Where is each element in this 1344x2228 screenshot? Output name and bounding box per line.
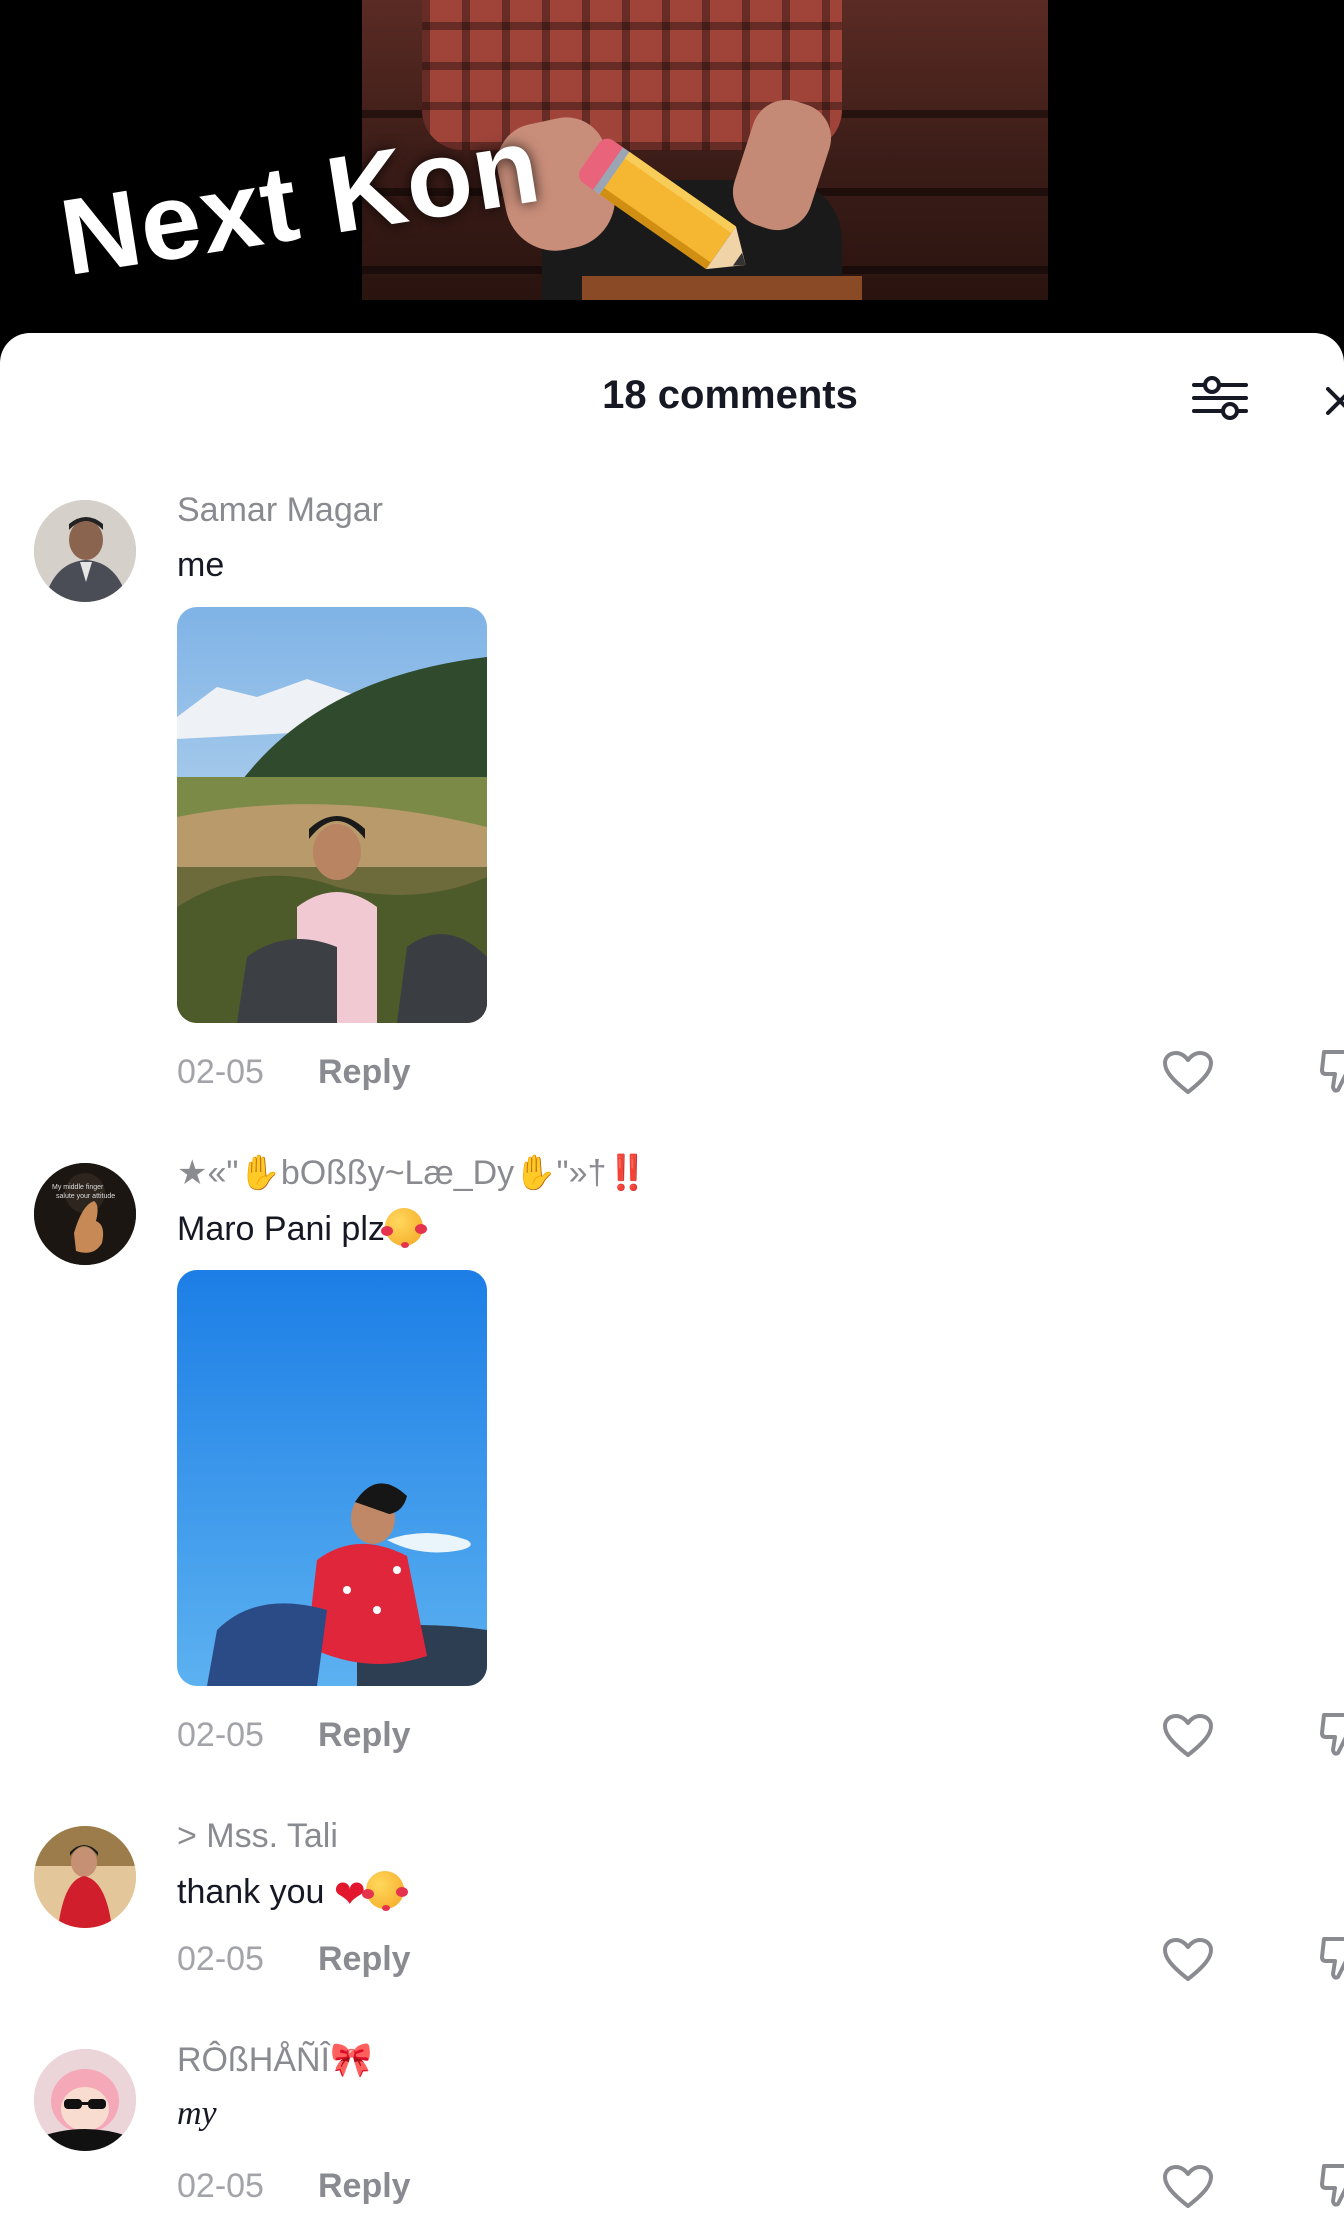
- comment-text: me: [177, 546, 225, 584]
- thumbs-down-outline-icon[interactable]: [1320, 1935, 1344, 1985]
- red-heart-emoji-icon: ❤: [333, 1874, 366, 1916]
- comment-text: my: [177, 2095, 217, 2132]
- comment-username[interactable]: > Mss. Tali: [177, 1817, 338, 1856]
- reply-button[interactable]: Reply: [318, 1716, 411, 1755]
- thumbs-down-outline-icon[interactable]: [1320, 1048, 1344, 1098]
- filter-sliders-icon[interactable]: [1190, 371, 1250, 425]
- smiling-hearts-emoji-icon: [380, 1208, 423, 1246]
- heart-outline-icon[interactable]: [1162, 1937, 1214, 1983]
- comment-date: 02-05: [177, 2167, 264, 2205]
- comment-photo[interactable]: [177, 1270, 487, 1686]
- comment-username[interactable]: Samar Magar: [177, 491, 383, 530]
- smiling-hearts-emoji-icon: [361, 1871, 404, 1909]
- comment-date: 02-05: [177, 1053, 264, 1091]
- comment-count: 18 comments: [602, 373, 858, 417]
- comment-username[interactable]: RÔßHÅÑÎ🎀: [177, 2040, 372, 2080]
- avatar[interactable]: [34, 2049, 136, 2151]
- hand-emoji-icon: ✋: [238, 1154, 281, 1192]
- comment-date: 02-05: [177, 1716, 264, 1754]
- reply-button[interactable]: Reply: [318, 2167, 411, 2206]
- thumbs-down-outline-icon[interactable]: [1320, 1711, 1344, 1761]
- thumbs-down-outline-icon[interactable]: [1320, 2162, 1344, 2212]
- double-exclamation-icon: ‼️: [606, 1154, 649, 1192]
- avatar[interactable]: [34, 1826, 136, 1928]
- comments-header: 18 comments: [0, 333, 1344, 453]
- comment-username[interactable]: ★«"✋bOßßy~Læ_Dy✋"»†‼️: [177, 1153, 649, 1193]
- comments-sheet: 18 comments Samar Magar me 02-05 Reply M…: [0, 333, 1344, 2228]
- comment-date: 02-05: [177, 1940, 264, 1978]
- heart-outline-icon[interactable]: [1162, 1713, 1214, 1759]
- svg-text:salute your attitude: salute your attitude: [56, 1193, 115, 1200]
- comment-text: Maro Pani plz: [177, 1208, 423, 1249]
- comment-text: thank you ❤: [177, 1871, 404, 1917]
- hand-emoji-icon: ✋: [514, 1154, 557, 1192]
- svg-text:My middle finger: My middle finger: [52, 1184, 104, 1191]
- reply-button[interactable]: Reply: [318, 1940, 411, 1979]
- close-x-icon[interactable]: [1322, 375, 1344, 425]
- comment-photo[interactable]: [177, 607, 487, 1023]
- heart-outline-icon[interactable]: [1162, 1050, 1214, 1096]
- reply-button[interactable]: Reply: [318, 1053, 411, 1092]
- avatar[interactable]: [34, 500, 136, 602]
- heart-outline-icon[interactable]: [1162, 2164, 1214, 2210]
- avatar[interactable]: My middle finger salute your attitude: [34, 1163, 136, 1265]
- ribbon-bow-emoji-icon: 🎀: [330, 2041, 373, 2079]
- video-player[interactable]: Next Kon: [0, 0, 1344, 340]
